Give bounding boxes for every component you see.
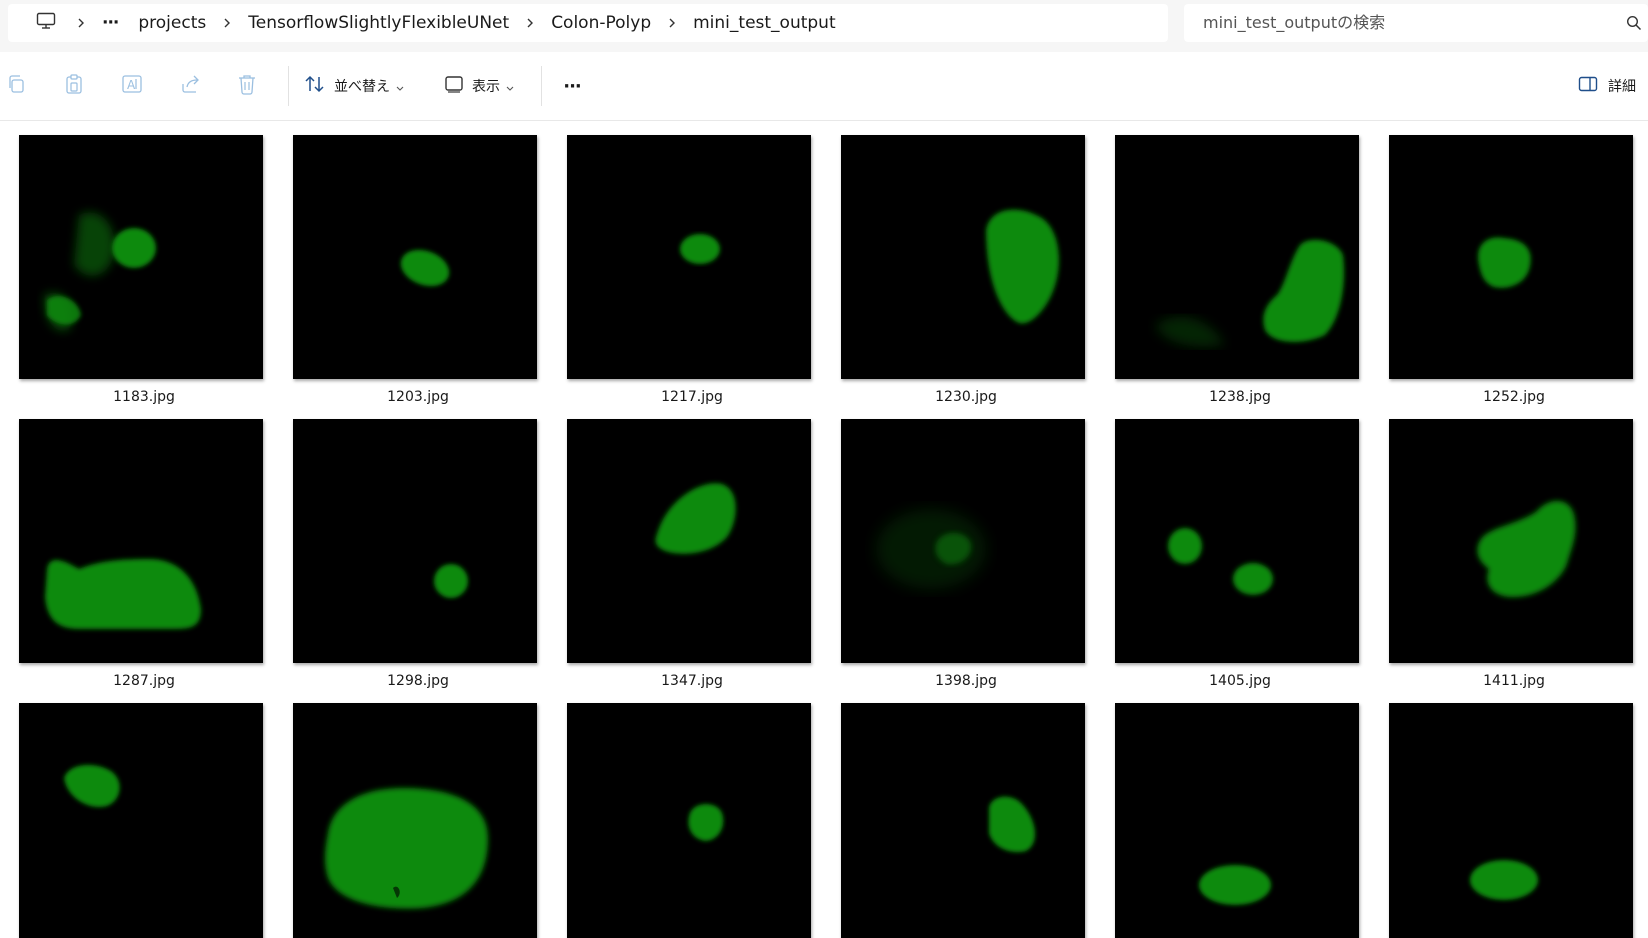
search-icon[interactable] [1626, 15, 1642, 31]
mask-thumbnail [293, 703, 537, 938]
chevron-right-icon [70, 4, 92, 42]
share-button[interactable] [176, 68, 204, 104]
chevron-right-icon [216, 4, 238, 42]
mask-thumbnail [293, 419, 537, 663]
file-name[interactable]: 1405.jpg [1115, 673, 1365, 689]
view-label: 表示 [472, 79, 500, 95]
more-options-button[interactable]: ··· [556, 68, 588, 104]
this-pc-button[interactable] [8, 4, 66, 42]
breadcrumb-overflow-button[interactable]: ··· [92, 4, 128, 42]
sort-button[interactable]: 並べ替え [304, 68, 404, 104]
search-box[interactable]: mini_test_outputの検索 [1184, 4, 1648, 42]
details-label: 詳細 [1608, 79, 1636, 95]
file-name[interactable]: 1238.jpg [1115, 389, 1365, 405]
file-name[interactable]: 1203.jpg [293, 389, 543, 405]
mask-thumbnail [841, 135, 1085, 379]
trash-icon [237, 73, 257, 99]
monitor-icon [36, 12, 56, 35]
chevron-down-icon [506, 77, 514, 96]
details-pane-button[interactable]: 詳細 [1578, 68, 1636, 104]
view-button[interactable]: 表示 [444, 68, 514, 104]
mask-thumbnail [1115, 703, 1359, 938]
toolbar-divider [541, 66, 542, 106]
view-icon [444, 75, 464, 97]
search-input[interactable]: mini_test_outputの検索 [1203, 4, 1385, 42]
breadcrumb-item-tensorflowslightlyflexibleunet[interactable]: TensorflowSlightlyFlexibleUNet [238, 4, 519, 42]
file-name[interactable]: 1298.jpg [293, 673, 543, 689]
file-name[interactable]: 1217.jpg [567, 389, 817, 405]
details-pane-icon [1578, 76, 1598, 96]
clipboard-icon [64, 73, 84, 99]
file-name[interactable]: 1411.jpg [1389, 673, 1639, 689]
sort-icon [304, 74, 326, 98]
address-bar: ··· projects TensorflowSlightlyFlexibleU… [0, 0, 1648, 53]
mask-thumbnail [841, 419, 1085, 663]
mask-thumbnail [841, 703, 1085, 938]
mask-thumbnail [567, 419, 811, 663]
chevron-right-icon [661, 4, 683, 42]
sort-label: 並べ替え [334, 79, 390, 95]
mask-thumbnail [19, 135, 263, 379]
file-name[interactable]: 1183.jpg [19, 389, 269, 405]
toolbar-divider [288, 66, 289, 106]
breadcrumb[interactable]: ··· projects TensorflowSlightlyFlexibleU… [8, 4, 1168, 42]
mask-thumbnail [1115, 135, 1359, 379]
copy-icon [6, 74, 26, 98]
delete-button[interactable] [233, 68, 261, 104]
mask-thumbnail [567, 703, 811, 938]
chevron-down-icon [396, 77, 404, 96]
file-name[interactable]: 1287.jpg [19, 673, 269, 689]
command-bar: A 並べ替え 表示 ··· 詳細 [0, 52, 1648, 121]
file-name[interactable]: 1398.jpg [841, 673, 1091, 689]
file-grid: 1183.jpg 1203.jpg 1217.jpg 1230.jpg 1238… [0, 121, 1648, 938]
rename-button[interactable]: A [118, 68, 146, 104]
mask-thumbnail [293, 135, 537, 379]
share-icon [179, 74, 201, 98]
chevron-right-icon [519, 4, 541, 42]
mask-thumbnail [19, 703, 263, 938]
more-options-label: ··· [563, 75, 581, 97]
svg-text:A: A [127, 78, 136, 92]
breadcrumb-item-projects[interactable]: projects [128, 4, 216, 42]
breadcrumb-item-mini-test-output[interactable]: mini_test_output [683, 4, 846, 42]
paste-button[interactable] [60, 68, 88, 104]
mask-thumbnail [1389, 419, 1633, 663]
mask-thumbnail [567, 135, 811, 379]
copy-button[interactable] [2, 68, 30, 104]
file-name[interactable]: 1347.jpg [567, 673, 817, 689]
rename-icon: A [121, 74, 143, 98]
mask-thumbnail [1389, 703, 1633, 938]
file-name[interactable]: 1230.jpg [841, 389, 1091, 405]
mask-thumbnail [1115, 419, 1359, 663]
breadcrumb-item-colon-polyp[interactable]: Colon-Polyp [541, 4, 661, 42]
mask-thumbnail [1389, 135, 1633, 379]
file-name[interactable]: 1252.jpg [1389, 389, 1639, 405]
mask-thumbnail [19, 419, 263, 663]
